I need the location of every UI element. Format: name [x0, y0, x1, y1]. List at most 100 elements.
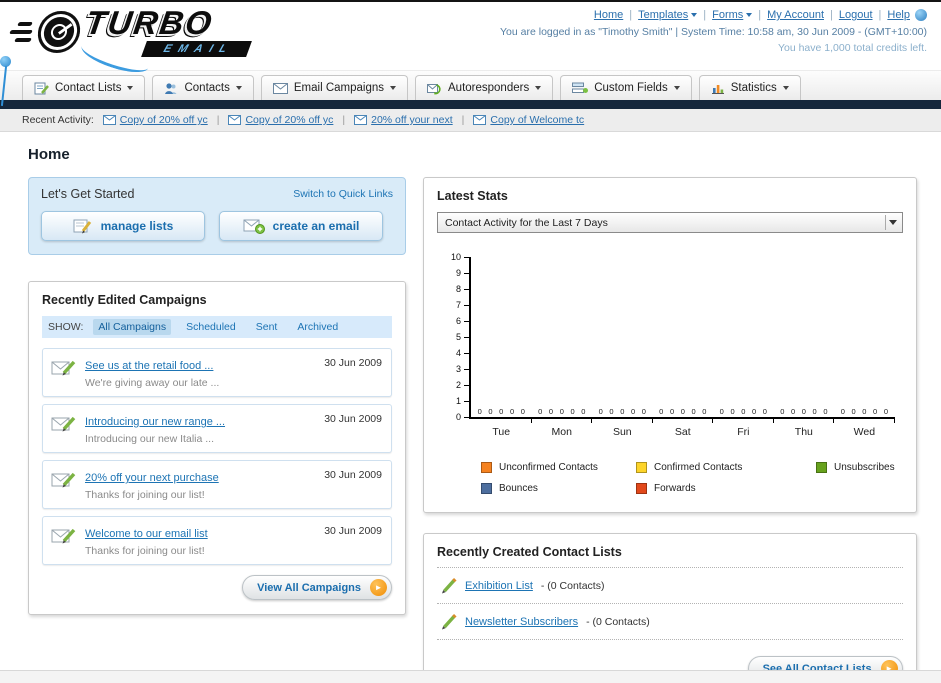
chart-value-label: 0 [691, 407, 696, 416]
chart-bar-group: 00000 [653, 257, 714, 417]
chart-x-tick-mark [471, 419, 532, 423]
create-email-icon [243, 219, 265, 234]
chart-value-label: 0 [641, 407, 646, 416]
credits-info: You have 1,000 total credits left. [777, 42, 927, 55]
chart-y-tick-label: 7 [455, 300, 461, 310]
contact-list-item[interactable]: Newsletter Subscribers - (0 Contacts) [437, 604, 903, 640]
campaign-envelope-edit-icon [51, 416, 76, 432]
campaign-row: Welcome to our email list Thanks for joi… [42, 516, 392, 565]
manage-lists-button[interactable]: manage lists [41, 211, 205, 241]
link-my-account[interactable]: My Account [752, 7, 824, 24]
login-info: You are logged in as "Timothy Smith" | S… [500, 26, 927, 39]
chart-x-tick-mark [713, 419, 774, 423]
switch-quick-links-link[interactable]: Switch to Quick Links [293, 188, 393, 200]
filter-archived[interactable]: Archived [292, 319, 343, 335]
tab-custom-fields[interactable]: Custom Fields [560, 75, 692, 100]
recent-activity-label: Recent Activity: [22, 114, 94, 126]
campaign-row: Introducing our new range ... Introducin… [42, 404, 392, 453]
statistics-icon [711, 85, 724, 94]
legend-swatch [816, 462, 827, 473]
chart-x-label: Sat [674, 426, 691, 438]
filter-scheduled[interactable]: Scheduled [181, 319, 241, 335]
recent-activity-item[interactable]: Copy of Welcome tc [473, 114, 584, 126]
campaign-title-link[interactable]: 20% off your next purchase [85, 472, 219, 484]
chart-value-label: 0 [630, 407, 636, 416]
link-logout[interactable]: Logout [824, 7, 873, 24]
header-nav-links: HomeTemplatesFormsMy AccountLogoutHelp [500, 7, 927, 24]
tab-contacts[interactable]: Contacts [152, 75, 254, 100]
get-started-title: Let's Get Started [41, 187, 135, 201]
chart-bar-group: 00000 [774, 257, 835, 417]
tab-statistics[interactable]: Statistics [698, 75, 801, 100]
campaign-title-link[interactable]: Welcome to our email list [85, 528, 208, 540]
link-help[interactable]: Help [873, 7, 910, 24]
campaign-envelope-edit-icon [51, 472, 76, 488]
chart-value-label: 0 [570, 407, 575, 416]
autoresponders-icon [427, 83, 441, 95]
chart-y-tick-label: 3 [455, 364, 461, 374]
stats-activity-select[interactable]: Contact Activity for the Last 7 Days [437, 212, 903, 233]
legend-swatch [636, 483, 647, 494]
pencil-edit-icon [442, 613, 457, 630]
tab-email-campaigns[interactable]: Email Campaigns [260, 75, 408, 100]
campaign-subtitle: Introducing our new Italia ... [85, 433, 214, 445]
chart-value-label: 0 [790, 407, 796, 416]
chart-y-tick-label: 0 [455, 412, 461, 422]
link-home[interactable]: Home [594, 7, 623, 24]
chart-value-label: 0 [823, 407, 828, 416]
tab-contact-lists[interactable]: Contact Lists [22, 75, 146, 100]
link-forms[interactable]: Forms [697, 7, 753, 24]
tab-label: Autoresponders [448, 82, 530, 94]
email-campaigns-icon [272, 82, 288, 94]
link-templates[interactable]: Templates [623, 7, 698, 24]
chart-value-label: 0 [559, 407, 564, 416]
campaign-title-link[interactable]: See us at the retail food ... [85, 360, 213, 372]
tab-label: Statistics [730, 82, 777, 94]
chart-value-label: 0 [520, 407, 525, 416]
contacts-icon [165, 82, 177, 94]
header: TURBO EMAIL HomeTemplatesFormsMy Account… [0, 2, 941, 79]
tab-label: Contacts [184, 82, 230, 94]
chart-x-label: Sun [612, 426, 632, 438]
contact-list-count: - (0 Contacts) [540, 579, 605, 592]
contact-list-link[interactable]: Exhibition List [465, 580, 533, 592]
select-caret-box [884, 215, 900, 230]
button-label: View All Campaigns [257, 581, 361, 594]
recently-created-contact-lists-panel: Recently Created Contact Lists Exhibitio… [423, 533, 917, 683]
left-column: Let's Get Started Switch to Quick Links … [28, 177, 406, 615]
logo-email-text: EMAIL [141, 41, 253, 57]
contact-list-item[interactable]: Exhibition List - (0 Contacts) [437, 568, 903, 604]
contact-list-link[interactable]: Newsletter Subscribers [465, 616, 578, 628]
latest-stats-panel: Latest Stats Contact Activity for the La… [423, 177, 917, 513]
main-content: Home Let's Get Started Switch to Quick L… [0, 132, 941, 683]
recent-activity-item[interactable]: Copy of 20% off yc [228, 114, 333, 126]
show-label: SHOW: [48, 321, 84, 333]
help-bubble-icon[interactable] [915, 9, 927, 22]
campaign-filter-bar: SHOW: All Campaigns Scheduled Sent Archi… [42, 316, 392, 338]
recent-activity-item[interactable]: Copy of 20% off yc [102, 114, 208, 126]
chart-bar-group: 00000 [713, 257, 774, 417]
create-email-button[interactable]: create an email [219, 211, 383, 241]
chart-value-label: 0 [620, 407, 625, 416]
right-column: Latest Stats Contact Activity for the La… [423, 177, 917, 683]
tab-autoresponders[interactable]: Autoresponders [415, 75, 554, 100]
chart-value-label: 0 [702, 407, 707, 416]
campaign-date: 30 Jun 2009 [324, 413, 382, 425]
chevron-down-icon [782, 86, 789, 90]
view-all-campaigns-button[interactable]: View All Campaigns ► [242, 575, 392, 600]
filter-sent[interactable]: Sent [251, 319, 283, 335]
envelope-icon [354, 115, 368, 125]
chart-value-label: 0 [488, 407, 493, 416]
button-label: manage lists [100, 219, 174, 233]
recent-activity-item[interactable]: 20% off your next [354, 114, 453, 126]
campaign-title-link[interactable]: Introducing our new range ... [85, 416, 225, 428]
chevron-down-icon [235, 86, 242, 90]
chart-value-label: 0 [499, 407, 504, 416]
filter-all-campaigns[interactable]: All Campaigns [93, 319, 172, 335]
chart-y-tick-label: 10 [450, 252, 461, 262]
chevron-down-icon [535, 86, 542, 90]
campaign-subtitle: Thanks for joining our list! [85, 545, 205, 557]
legend-item: Confirmed Contacts [636, 462, 816, 473]
chart-bar-group: 00000 [532, 257, 593, 417]
chart-y-tick-label: 5 [455, 332, 461, 342]
